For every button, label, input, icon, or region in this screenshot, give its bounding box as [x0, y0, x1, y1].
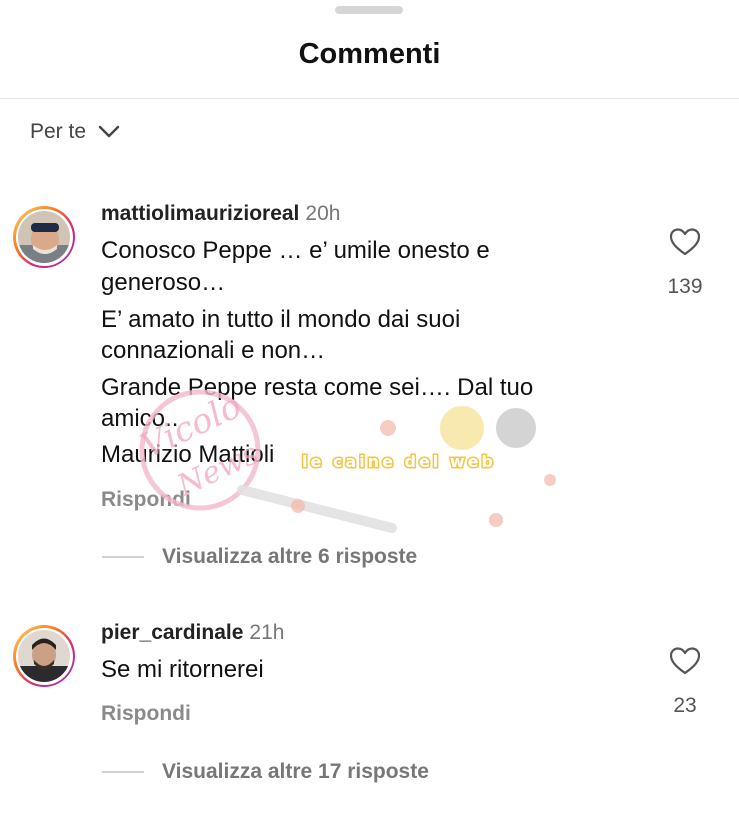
- view-more-replies-label: Visualizza altre 6 risposte: [162, 545, 418, 568]
- comment-timestamp: 20h: [305, 202, 341, 225]
- avatar[interactable]: [13, 206, 75, 268]
- comment-text-line: Maurizio Mattioli: [101, 441, 275, 468]
- reply-button[interactable]: Rispondi: [101, 488, 191, 512]
- replies-divider-line: [102, 556, 144, 558]
- sort-filter-label: Per te: [30, 120, 87, 143]
- drag-handle[interactable]: [335, 6, 403, 14]
- view-more-replies-label: Visualizza altre 17 risposte: [162, 760, 429, 783]
- comment-text-line: Grande Peppe resta come sei…. Dal tuo: [101, 374, 534, 401]
- header-divider: [0, 98, 739, 99]
- comment-text-line: Conosco Peppe … e’ umile onesto e: [101, 237, 490, 264]
- reply-button[interactable]: Rispondi: [101, 702, 191, 726]
- username-text[interactable]: mattiolimaurizioreal: [101, 202, 299, 225]
- avatar[interactable]: [13, 625, 75, 687]
- svg-text:le caine del web: le caine del web: [302, 452, 496, 471]
- comment-username[interactable]: mattiolimaurizioreal 20h: [101, 202, 340, 226]
- comment-text-line: Se mi ritornerei: [101, 656, 264, 683]
- heart-icon[interactable]: [669, 646, 701, 676]
- page-title: Commenti: [298, 38, 441, 70]
- view-more-replies-button[interactable]: Visualizza altre 17 risposte: [102, 760, 429, 784]
- chevron-down-icon: [98, 125, 120, 138]
- comment-username[interactable]: pier_cardinale 21h: [101, 621, 284, 645]
- comment-text-line: connazionali e non…: [101, 337, 326, 364]
- heart-icon[interactable]: [669, 227, 701, 257]
- comment-timestamp: 21h: [249, 621, 285, 644]
- comment-text-line: E’ amato in tutto il mondo dai suoi: [101, 306, 461, 333]
- sort-filter-dropdown[interactable]: Per te: [30, 120, 120, 144]
- like-count: 139: [667, 275, 703, 298]
- username-text[interactable]: pier_cardinale: [101, 621, 243, 644]
- comment-text-line: amico..: [101, 405, 179, 432]
- view-more-replies-button[interactable]: Visualizza altre 6 risposte: [102, 545, 417, 569]
- avatar-photo: [18, 630, 70, 682]
- comment-text-line: generoso…: [101, 269, 226, 296]
- replies-divider-line: [102, 771, 144, 773]
- avatar-photo: [18, 211, 70, 263]
- like-count: 23: [673, 694, 697, 717]
